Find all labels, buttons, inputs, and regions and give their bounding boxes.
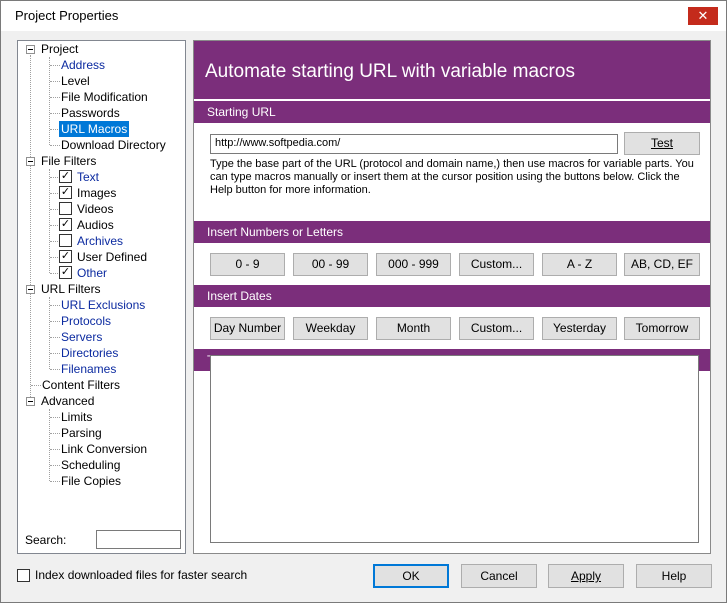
- test-button[interactable]: Test: [624, 132, 700, 155]
- tree-item-file-filters[interactable]: File Filters: [41, 153, 96, 169]
- tree-item-servers[interactable]: Servers: [61, 329, 102, 345]
- text-checkbox[interactable]: ✓: [59, 170, 72, 183]
- advanced-expander[interactable]: [26, 397, 35, 406]
- index-files-checkbox[interactable]: [17, 569, 30, 582]
- tree-item-filenames[interactable]: Filenames: [61, 361, 116, 377]
- digits-00-99-button[interactable]: 00 - 99: [293, 253, 368, 276]
- test-button-label: Test: [650, 136, 673, 150]
- starting-url-input[interactable]: http://www.softpedia.com/: [210, 134, 618, 154]
- help-description: Type the base part of the URL (protocol …: [210, 158, 694, 196]
- panel-title: Automate starting URL with variable macr…: [205, 61, 575, 82]
- test-results-box[interactable]: [210, 355, 699, 543]
- apply-button-label: Apply: [570, 569, 602, 583]
- videos-checkbox[interactable]: [59, 202, 72, 215]
- tomorrow-button[interactable]: Tomorrow: [624, 317, 700, 340]
- tree-item-content-filters[interactable]: Content Filters: [42, 377, 120, 393]
- tree-guide-line: [30, 55, 31, 401]
- dates-section-header: Insert Dates: [194, 285, 710, 307]
- tree-item-url-filters[interactable]: URL Filters: [41, 281, 101, 297]
- tree-item-parsing[interactable]: Parsing: [61, 425, 102, 441]
- project-properties-window: Project Properties ✕ Project Address Lev…: [0, 0, 727, 603]
- starting-url-section-header: Starting URL: [194, 101, 710, 123]
- images-checkbox[interactable]: ✓: [59, 186, 72, 199]
- tree-item-download-directory[interactable]: Download Directory: [61, 137, 166, 153]
- tree-item-url-exclusions[interactable]: URL Exclusions: [61, 297, 145, 313]
- close-icon: ✕: [697, 8, 709, 23]
- tree-item-images[interactable]: Images: [77, 185, 116, 201]
- day-number-button[interactable]: Day Number: [210, 317, 285, 340]
- tree-item-advanced[interactable]: Advanced: [41, 393, 94, 409]
- tree-item-archives[interactable]: Archives: [77, 233, 123, 249]
- tree-item-audios[interactable]: Audios: [77, 217, 114, 233]
- digits-0-9-button[interactable]: 0 - 9: [210, 253, 285, 276]
- help-button[interactable]: Help: [636, 564, 712, 588]
- other-checkbox[interactable]: ✓: [59, 266, 72, 279]
- tree-item-link-conversion[interactable]: Link Conversion: [61, 441, 147, 457]
- settings-tree: Project Address Level File Modification …: [17, 40, 186, 554]
- tree-guide-line: [49, 297, 50, 369]
- url-filters-expander[interactable]: [26, 285, 35, 294]
- tree-item-url-macros[interactable]: URL Macros: [59, 121, 130, 137]
- tree-item-passwords[interactable]: Passwords: [61, 105, 120, 121]
- tree-search-input[interactable]: [96, 530, 181, 549]
- tree-item-scheduling[interactable]: Scheduling: [61, 457, 120, 473]
- title-bar[interactable]: Project Properties ✕: [1, 1, 726, 31]
- url-macros-panel: Automate starting URL with variable macr…: [193, 40, 711, 554]
- tree-guide-line: [49, 409, 50, 481]
- tree-guide-line: [49, 57, 50, 145]
- custom-numbers-button[interactable]: Custom...: [459, 253, 534, 276]
- cancel-button[interactable]: Cancel: [461, 564, 537, 588]
- tree-item-file-modification[interactable]: File Modification: [61, 89, 148, 105]
- tree-item-protocols[interactable]: Protocols: [61, 313, 111, 329]
- tree-item-file-copies[interactable]: File Copies: [61, 473, 121, 489]
- tree-item-text[interactable]: Text: [77, 169, 99, 185]
- window-title: Project Properties: [15, 8, 119, 23]
- tree-item-address[interactable]: Address: [61, 57, 105, 73]
- tree-item-videos[interactable]: Videos: [77, 201, 113, 217]
- panel-header: Automate starting URL with variable macr…: [194, 41, 710, 99]
- audios-checkbox[interactable]: ✓: [59, 218, 72, 231]
- letters-a-z-button[interactable]: A - Z: [542, 253, 617, 276]
- weekday-button[interactable]: Weekday: [293, 317, 368, 340]
- tree-item-directories[interactable]: Directories: [61, 345, 118, 361]
- custom-date-button[interactable]: Custom...: [459, 317, 534, 340]
- tree-item-level[interactable]: Level: [61, 73, 90, 89]
- letters-ab-cd-ef-button[interactable]: AB, CD, EF: [624, 253, 700, 276]
- tree-item-project[interactable]: Project: [41, 41, 78, 57]
- file-filters-expander[interactable]: [26, 157, 35, 166]
- project-expander[interactable]: [26, 45, 35, 54]
- digits-000-999-button[interactable]: 000 - 999: [376, 253, 451, 276]
- search-label: Search:: [25, 533, 67, 547]
- numbers-section-header: Insert Numbers or Letters: [194, 221, 710, 243]
- yesterday-button[interactable]: Yesterday: [542, 317, 617, 340]
- archives-checkbox[interactable]: [59, 234, 72, 247]
- ok-button[interactable]: OK: [373, 564, 449, 588]
- month-button[interactable]: Month: [376, 317, 451, 340]
- user-defined-checkbox[interactable]: ✓: [59, 250, 72, 263]
- index-files-label: Index downloaded files for faster search: [35, 568, 248, 582]
- apply-button[interactable]: Apply: [548, 564, 624, 588]
- tree-item-user-defined[interactable]: User Defined: [77, 249, 147, 265]
- tree-item-other[interactable]: Other: [77, 265, 107, 281]
- tree-item-limits[interactable]: Limits: [61, 409, 92, 425]
- close-button[interactable]: ✕: [688, 7, 718, 25]
